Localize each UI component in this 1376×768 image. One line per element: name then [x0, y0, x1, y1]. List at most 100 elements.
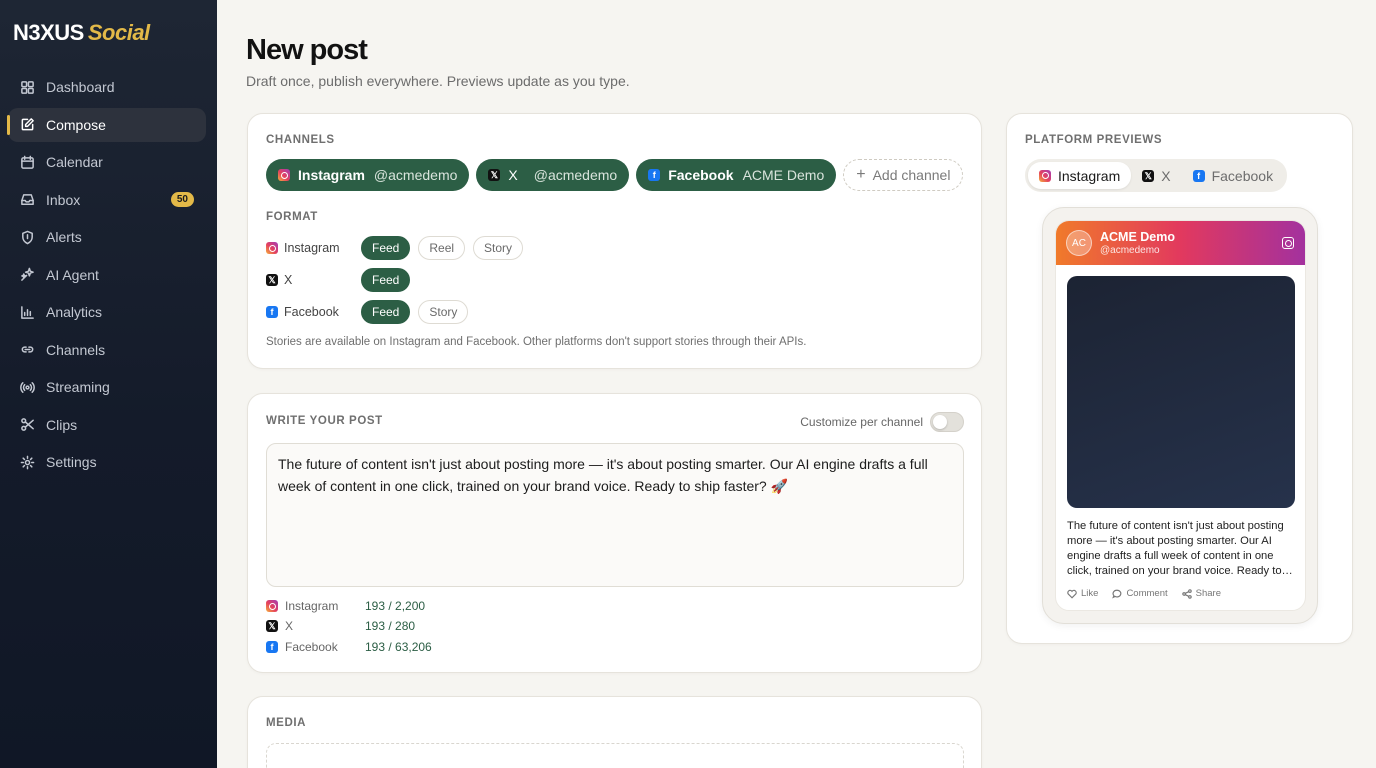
plus-icon: +	[856, 166, 866, 183]
char-count-value: 193 / 280	[365, 619, 416, 633]
instagram-icon	[1039, 169, 1051, 182]
char-count-x: 𝕏X 193 / 280	[266, 619, 415, 633]
instagram-preview: AC ACME Demo @acmedemo The future of con…	[1055, 220, 1306, 611]
sidebar-item-inbox[interactable]: Inbox 50	[8, 183, 206, 217]
broadcast-icon	[20, 381, 35, 393]
write-label: WRITE YOUR POST	[266, 415, 383, 427]
channels-label: CHANNELS	[266, 134, 335, 146]
preview-header: AC ACME Demo @acmedemo	[1056, 221, 1305, 265]
sidebar-item-label: Analytics	[46, 304, 103, 320]
sidebar-item-alerts[interactable]: Alerts	[8, 220, 206, 254]
channel-chip-facebook[interactable]: f Facebook ACME Demo	[636, 159, 837, 191]
sidebar-item-analytics[interactable]: Analytics	[8, 295, 206, 329]
inbox-count-badge: 50	[170, 191, 194, 207]
inbox-icon	[21, 194, 34, 205]
instagram-icon	[266, 600, 278, 612]
media-card: MEDIA	[247, 696, 982, 768]
preview-tabs: Instagram 𝕏X f Facebook	[1025, 159, 1288, 192]
like-action: Like	[1067, 588, 1098, 599]
scissors-icon	[21, 418, 34, 431]
sidebar-item-clips[interactable]: Clips	[8, 408, 206, 442]
grid-icon	[21, 80, 34, 94]
preview-account-name: ACME Demo	[1100, 230, 1176, 244]
phone-mockup: AC ACME Demo @acmedemo The future of con…	[1042, 207, 1318, 624]
format-option-story[interactable]: Story	[418, 300, 469, 324]
sidebar-item-settings[interactable]: Settings	[8, 445, 206, 479]
sidebar-item-label: Channels	[46, 341, 106, 358]
sidebar-item-label: Alerts	[46, 229, 82, 245]
sidebar-item-label: Compose	[46, 116, 106, 133]
post-textarea[interactable]: The future of content isn't just about p…	[266, 443, 964, 587]
sidebar-item-label: Inbox	[46, 191, 81, 208]
link-icon	[21, 346, 34, 353]
bar-chart-icon	[21, 305, 34, 319]
sidebar-item-calendar[interactable]: Calendar	[8, 145, 206, 179]
sidebar-item-streaming[interactable]: Streaming	[8, 370, 206, 404]
sidebar-item-label: AI Agent	[46, 266, 99, 283]
customize-toggle[interactable]	[930, 412, 964, 432]
x-icon: 𝕏	[1142, 169, 1155, 182]
format-row-x: 𝕏X Feed	[266, 268, 418, 292]
sidebar-item-compose[interactable]: Compose	[7, 107, 206, 142]
channels-card: CHANNELS Instagram @acmedemo 𝕏 X @acmede…	[247, 113, 982, 369]
facebook-icon: f	[648, 169, 661, 181]
page-subtitle: Draft once, publish everywhere. Previews…	[246, 73, 630, 89]
preview-actions: Like Comment Share	[1067, 588, 1221, 599]
previews-card: PLATFORM PREVIEWS Instagram 𝕏X f Facebook…	[1006, 113, 1353, 644]
tab-facebook[interactable]: f Facebook	[1182, 162, 1284, 189]
sidebar-item-label: Settings	[46, 454, 97, 470]
format-option-story[interactable]: Story	[473, 236, 524, 260]
sidebar-item-label: Calendar	[46, 154, 103, 170]
channel-chip-x[interactable]: 𝕏 X @acmedemo	[476, 159, 630, 191]
channel-chips: Instagram @acmedemo 𝕏 X @acmedemo f Face…	[266, 159, 964, 191]
heart-icon	[1067, 589, 1077, 599]
instagram-icon	[266, 242, 278, 254]
format-option-reel[interactable]: Reel	[418, 236, 466, 260]
channel-chip-instagram[interactable]: Instagram @acmedemo	[266, 159, 470, 191]
preview-account-handle: @acmedemo	[1100, 245, 1160, 256]
share-action: Share	[1181, 588, 1221, 599]
char-count-value: 193 / 63,206	[365, 640, 432, 654]
facebook-icon: f	[266, 306, 278, 318]
sidebar-item-label: Clips	[46, 416, 78, 433]
x-icon: 𝕏	[488, 169, 501, 181]
comment-action: Comment	[1112, 588, 1168, 599]
preview-media-placeholder	[1067, 276, 1295, 508]
sidebar-item-dashboard[interactable]: Dashboard	[8, 70, 206, 104]
media-dropzone[interactable]	[266, 743, 964, 768]
preview-caption: The future of content isn't just about p…	[1067, 520, 1284, 577]
tab-instagram[interactable]: Instagram	[1028, 162, 1132, 189]
facebook-icon: f	[266, 641, 278, 653]
format-label: FORMAT	[266, 211, 318, 223]
sparkle-icon	[21, 267, 34, 281]
shield-icon	[22, 230, 33, 244]
page-title: New post	[246, 34, 368, 66]
media-label: MEDIA	[266, 717, 307, 729]
char-count-facebook: f Facebook 193 / 63,206	[266, 640, 432, 654]
share-icon	[1181, 588, 1192, 599]
brand-logo[interactable]: N3XUS Social	[13, 20, 150, 46]
format-note: Stories are available on Instagram and F…	[266, 336, 807, 348]
sidebar-nav: Dashboard Compose Calendar Inbox 50 Aler…	[7, 70, 206, 483]
x-icon: 𝕏	[266, 620, 278, 632]
avatar: AC	[1066, 230, 1092, 256]
x-icon: 𝕏	[266, 274, 278, 286]
tab-x[interactable]: 𝕏X	[1131, 162, 1181, 189]
instagram-icon	[278, 169, 290, 181]
format-option-feed[interactable]: Feed	[361, 268, 411, 292]
sidebar-item-label: Streaming	[46, 379, 110, 395]
calendar-icon	[21, 155, 34, 169]
previews-label: PLATFORM PREVIEWS	[1025, 134, 1163, 146]
gear-icon	[20, 455, 35, 469]
instagram-icon	[1282, 237, 1294, 249]
char-count-instagram: Instagram 193 / 2,200	[266, 599, 425, 613]
add-channel-button[interactable]: + Add channel	[843, 159, 964, 191]
sidebar-item-channels[interactable]: Channels	[8, 333, 206, 367]
sidebar-item-ai-agent[interactable]: AI Agent	[8, 258, 206, 292]
comment-icon	[1112, 589, 1122, 599]
format-option-feed[interactable]: Feed	[361, 300, 411, 324]
edit-icon	[21, 118, 34, 131]
facebook-icon: f	[1192, 169, 1205, 182]
format-option-feed[interactable]: Feed	[361, 236, 411, 260]
sidebar-item-label: Dashboard	[46, 79, 115, 95]
